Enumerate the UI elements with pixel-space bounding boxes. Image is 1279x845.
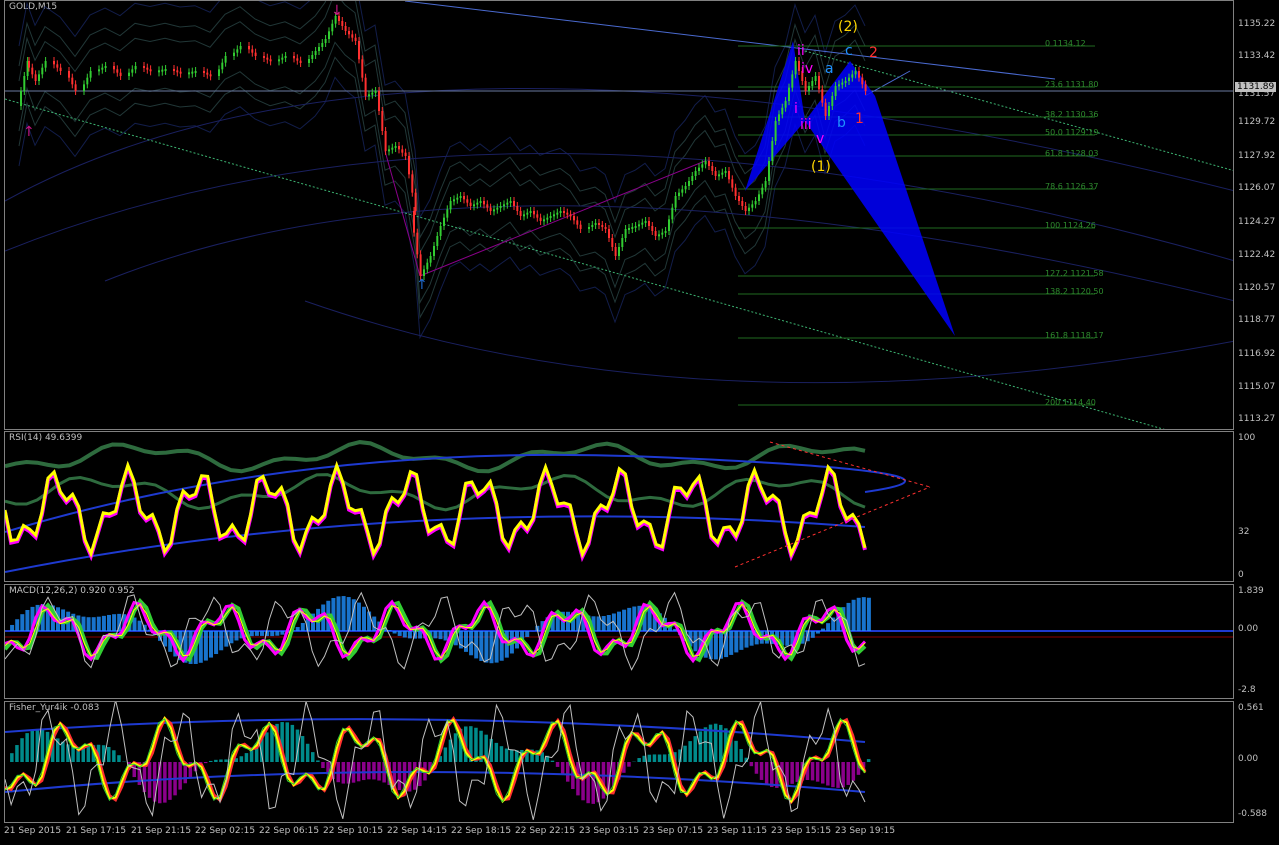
svg-text:↑: ↑ [416, 277, 428, 293]
rsi-title: RSI(14) 49.6399 [9, 433, 83, 443]
wave-label: c [845, 43, 853, 59]
fisher-pane[interactable]: Fisher_Yur4ik -0.083 [4, 701, 1234, 823]
price-axis[interactable]: 1135.22 1133.42 1131.57 1129.72 1127.92 1126.… [1234, 0, 1279, 430]
rsi-axis-min: 0 [1238, 570, 1244, 580]
rsi-axis-max: 100 [1238, 433, 1256, 443]
fib-level-label: 61.8 1128.03 [1045, 149, 1099, 158]
time-axis-label: 23 Sep 03:15 [579, 826, 640, 836]
time-axis-label: 22 Sep 02:15 [195, 826, 256, 836]
fisher-title: Fisher_Yur4ik -0.083 [9, 703, 100, 713]
time-axis-label: 22 Sep 06:15 [259, 826, 320, 836]
macd-axis-max: 1.839 [1238, 586, 1264, 596]
wave-label: (2) [838, 19, 858, 35]
price-axis-label: 1116.92 [1238, 349, 1276, 359]
price-axis-label: 1133.42 [1238, 51, 1276, 61]
svg-text:↑: ↑ [23, 124, 35, 140]
time-axis-label: 23 Sep 07:15 [643, 826, 704, 836]
wave-label: (1) [811, 159, 831, 175]
rsi-axis-mid: 32 [1238, 527, 1250, 537]
time-axis-label: 23 Sep 15:15 [771, 826, 832, 836]
wave-label: a [825, 61, 834, 77]
svg-text:↓: ↓ [331, 3, 343, 19]
time-axis-label: 21 Sep 2015 [4, 826, 62, 836]
fib-level-label: 0 1134.12 [1045, 39, 1086, 48]
fisher-axis-zero: 0.00 [1238, 754, 1259, 764]
time-axis-label: 22 Sep 22:15 [515, 826, 576, 836]
price-axis-label: 1126.07 [1238, 183, 1276, 193]
time-axis-label: 21 Sep 17:15 [66, 826, 127, 836]
macd-axis: 1.839 0.00 -2.8 [1234, 584, 1279, 699]
price-axis-label: 1129.72 [1238, 117, 1276, 127]
wave-label: 2 [869, 45, 878, 61]
fib-level-label: 50.0 1129.19 [1045, 128, 1099, 137]
price-axis-label: 1120.57 [1238, 283, 1276, 293]
macd-axis-zero: 0.00 [1238, 624, 1259, 634]
fib-level-label: 200 1114.40 [1045, 398, 1096, 407]
fib-level-label: 23.6 1131.80 [1045, 80, 1099, 89]
current-price-tag: 1131.89 [1235, 82, 1277, 92]
fisher-axis-min: -0.588 [1238, 809, 1268, 819]
time-axis-label: 22 Sep 14:15 [387, 826, 448, 836]
wave-label: 1 [855, 111, 864, 127]
price-axis-label: 1127.92 [1238, 151, 1276, 161]
price-axis-label: 1118.77 [1238, 315, 1276, 325]
wave-label: iv [801, 61, 814, 77]
macd-axis-min: -2.8 [1238, 685, 1256, 695]
price-chart-pane[interactable]: GOLD,M15 ↑ ↓ ↑ 0 1134.12 23.6 1131.80 38.2 1… [4, 0, 1234, 430]
fib-level-label: 138.2 1120.50 [1045, 287, 1104, 296]
price-axis-label: 1135.22 [1238, 19, 1276, 29]
wave-label: iii [800, 117, 812, 133]
price-chart-canvas[interactable]: ↑ ↓ ↑ [5, 1, 1234, 430]
fisher-axis: 0.561 0.00 -0.588 [1234, 701, 1279, 823]
time-axis-label: 23 Sep 19:15 [835, 826, 896, 836]
wave-label: ii [797, 43, 805, 59]
time-axis-label: 22 Sep 10:15 [323, 826, 384, 836]
macd-canvas [5, 591, 1233, 671]
time-axis-label: 23 Sep 11:15 [707, 826, 768, 836]
fib-level-label: 78.6 1126.37 [1045, 182, 1099, 191]
fisher-axis-max: 0.561 [1238, 703, 1264, 713]
macd-pane[interactable]: MACD(12,26,2) 0.920 0.952 [4, 584, 1234, 699]
price-axis-label: 1124.27 [1238, 217, 1276, 227]
fib-level-label: 127.2 1121.58 [1045, 269, 1104, 278]
price-axis-label: 1113.27 [1238, 414, 1276, 424]
time-axis-label: 21 Sep 21:15 [131, 826, 192, 836]
fib-level-label: 161.8 1118.17 [1045, 331, 1104, 340]
price-axis-label: 1115.07 [1238, 382, 1276, 392]
macd-title: MACD(12,26,2) 0.920 0.952 [9, 586, 135, 596]
chart-window: GOLD,M15 ↑ ↓ ↑ 0 1134.12 23.6 1131.80 38.2 1… [0, 0, 1279, 845]
fisher-canvas [5, 702, 871, 820]
wave-label: i [794, 101, 798, 117]
rsi-axis: 100 32 0 [1234, 431, 1279, 582]
wave-label: b [837, 115, 846, 131]
rsi-pane[interactable]: RSI(14) 49.6399 [4, 431, 1234, 582]
time-axis[interactable]: 21 Sep 2015 21 Sep 17:15 21 Sep 21:15 22 Se… [4, 823, 1234, 843]
price-axis-label: 1122.42 [1238, 250, 1276, 260]
rsi-canvas [5, 440, 931, 573]
fib-level-label: 38.2 1130.36 [1045, 110, 1099, 119]
fib-level-label: 100 1124.26 [1045, 221, 1096, 230]
wave-label: v [816, 131, 825, 147]
time-axis-label: 22 Sep 18:15 [451, 826, 512, 836]
